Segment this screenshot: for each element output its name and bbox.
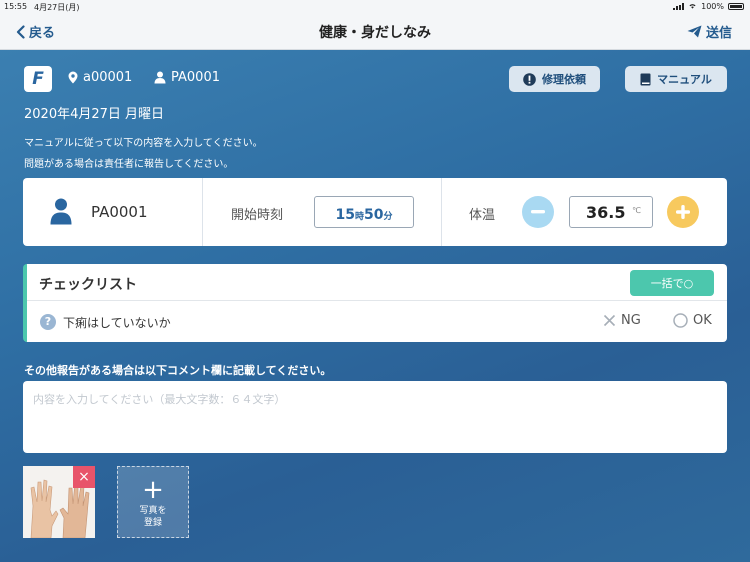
divider xyxy=(202,178,203,246)
add-photo-label-line1: 写真を xyxy=(139,506,167,516)
circle-icon xyxy=(673,313,688,328)
plus-icon: + xyxy=(142,475,164,505)
temperature-field[interactable]: 36.5 ℃ xyxy=(569,196,653,228)
status-time: 15:55 xyxy=(4,2,28,11)
question-icon[interactable]: ? xyxy=(40,314,56,330)
ng-label: NG xyxy=(621,313,641,328)
location-code: a00001 xyxy=(83,70,133,85)
battery-percent: 100% xyxy=(701,2,724,11)
status-bar: 15:55 4月27日(月) 100% xyxy=(0,0,750,14)
location-info: a00001 xyxy=(68,70,132,85)
ok-option[interactable]: OK xyxy=(673,313,712,328)
temperature-decrease-button[interactable] xyxy=(522,196,554,228)
repair-request-label: 修理依頼 xyxy=(542,73,586,86)
app-logo: F xyxy=(24,66,52,92)
checklist-card: チェックリスト 一括で○ ? 下痢はしていないか NG OK xyxy=(23,264,727,342)
nav-bar: 戻る 健康・身だしなみ 送信 xyxy=(0,14,750,50)
divider xyxy=(441,178,442,246)
exclamation-circle-icon xyxy=(523,72,536,86)
user-info: PA0001 xyxy=(154,70,220,85)
map-pin-icon xyxy=(68,71,78,84)
hour-unit: 時 xyxy=(354,212,364,222)
temperature-label: 体温 xyxy=(469,208,496,223)
add-photo-button[interactable]: + 写真を 登録 xyxy=(117,466,189,538)
checklist-item-text: 下痢はしていないか xyxy=(63,316,171,330)
paper-plane-icon xyxy=(687,25,702,38)
bulk-ok-button[interactable]: 一括で○ xyxy=(630,270,714,296)
page-title: 健康・身だしなみ xyxy=(319,25,431,41)
manual-label: マニュアル xyxy=(657,73,712,86)
start-time-label: 開始時刻 xyxy=(231,208,284,223)
delete-photo-button[interactable]: × xyxy=(73,466,95,488)
start-time-field[interactable]: 15時50分 xyxy=(314,196,414,228)
comment-input[interactable] xyxy=(23,381,727,453)
battery-icon xyxy=(728,3,744,10)
manual-button[interactable]: マニュアル xyxy=(625,66,727,92)
send-label: 送信 xyxy=(705,26,732,41)
user-code: PA0001 xyxy=(171,70,220,85)
measurement-card: PA0001 開始時刻 15時50分 体温 36.5 ℃ xyxy=(23,178,727,246)
user-icon xyxy=(154,71,166,84)
send-button[interactable]: 送信 xyxy=(687,22,732,41)
wifi-icon xyxy=(688,2,697,11)
instruction-line-1: マニュアルに従って以下の内容を入力してください。 xyxy=(24,138,263,149)
comment-label: その他報告がある場合は以下コメント欄に記載してください。 xyxy=(24,364,332,377)
minus-icon xyxy=(531,210,545,214)
add-photo-label-line2: 登録 xyxy=(143,518,162,528)
minute-unit: 分 xyxy=(383,212,393,222)
user-avatar-icon xyxy=(50,198,72,225)
plus-icon xyxy=(676,205,690,219)
temperature-unit: ℃ xyxy=(632,206,641,215)
divider xyxy=(27,300,727,301)
instruction-line-2: 問題がある場合は責任者に報告してください。 xyxy=(24,159,234,170)
start-minute: 50 xyxy=(364,207,384,223)
start-hour: 15 xyxy=(335,207,355,223)
x-icon xyxy=(603,314,616,327)
checklist-title: チェックリスト xyxy=(39,277,137,293)
temperature-value: 36.5 xyxy=(586,203,626,222)
current-date: 2020年4月27日 月曜日 xyxy=(24,107,165,122)
card-user-id: PA0001 xyxy=(91,203,148,221)
book-icon xyxy=(640,73,651,85)
ok-label: OK xyxy=(693,313,712,328)
repair-request-button[interactable]: 修理依頼 xyxy=(509,66,600,92)
ng-option[interactable]: NG xyxy=(603,313,641,328)
photo-thumbnail[interactable]: × xyxy=(23,466,95,538)
temperature-increase-button[interactable] xyxy=(667,196,699,228)
signal-icon xyxy=(673,3,685,10)
status-date: 4月27日(月) xyxy=(34,3,80,12)
